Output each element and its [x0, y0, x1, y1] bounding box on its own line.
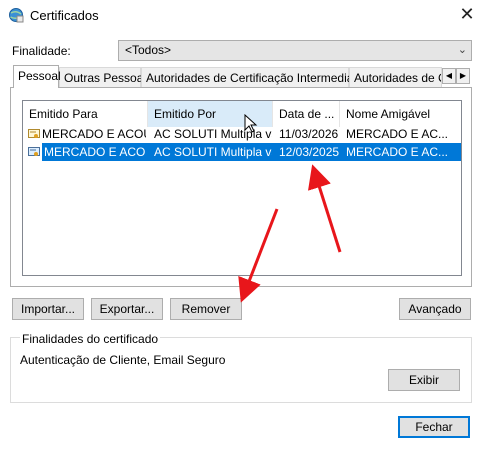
- tab-pessoal[interactable]: Pessoal: [13, 65, 61, 88]
- annotation-arrows: [238, 164, 342, 303]
- arrow-to-remove: [238, 208, 279, 303]
- arrow-to-date: [308, 164, 342, 253]
